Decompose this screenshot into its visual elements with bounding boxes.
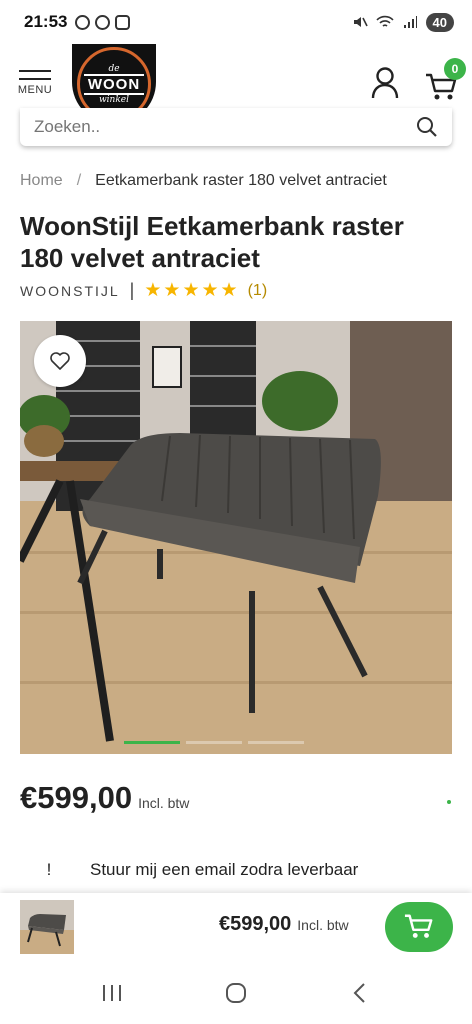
- search-icon[interactable]: [416, 116, 438, 138]
- signal-icon: [403, 16, 417, 28]
- product-image[interactable]: [20, 321, 452, 754]
- star-icon: ★: [144, 280, 162, 301]
- instagram-icon: [115, 14, 131, 30]
- stock-indicator-dot: [447, 800, 451, 804]
- slider-dot[interactable]: [186, 741, 242, 744]
- slider-dot[interactable]: [248, 741, 304, 744]
- logo-bottom-text: winkel: [98, 94, 130, 105]
- slider-dots: [124, 741, 324, 745]
- menu-button[interactable]: MENU: [18, 70, 52, 96]
- breadcrumb-current: Eetkamerbank raster 180 velvet antraciet: [95, 172, 387, 189]
- logo-top-text: de: [108, 63, 120, 74]
- brand-rating-row: WOONSTIJL | ★ ★ ★ ★ ★ (1): [20, 279, 267, 302]
- breadcrumb-separator: /: [76, 172, 82, 189]
- cart-count-badge: 0: [444, 58, 466, 80]
- search-input[interactable]: [34, 117, 416, 137]
- recents-button[interactable]: [92, 973, 132, 1013]
- whatsapp-icon: [75, 14, 91, 30]
- system-nav-bar: [0, 961, 472, 1024]
- menu-label: MENU: [17, 84, 53, 96]
- sticky-price: €599,00 Incl. btw: [219, 913, 349, 936]
- breadcrumb: Home / Eetkamerbank raster 180 velvet an…: [20, 172, 387, 190]
- sticky-add-to-cart-bar: €599,00 Incl. btw: [0, 893, 472, 961]
- home-icon: [226, 982, 246, 1003]
- mute-icon: [353, 17, 368, 27]
- recents-icon: [103, 984, 121, 1001]
- star-icon: ★: [220, 280, 238, 301]
- logo-main-text: WOON: [83, 73, 145, 95]
- alert-icon: !: [46, 860, 52, 879]
- sticky-price-value: €599,00: [219, 913, 292, 935]
- slider-dot-active[interactable]: [124, 741, 180, 744]
- wishlist-button[interactable]: [34, 335, 86, 387]
- brand-separator: |: [129, 280, 135, 300]
- back-icon: [353, 982, 365, 1003]
- star-icon: ★: [163, 280, 181, 301]
- hamburger-icon-line: [19, 78, 51, 80]
- heart-icon: [50, 352, 70, 370]
- star-icon: ★: [182, 280, 200, 301]
- wifi-icon: [375, 15, 394, 27]
- product-title: WoonStijl Eetkamerbank raster 180 velvet…: [20, 211, 404, 273]
- search-bar: [20, 108, 452, 146]
- battery-indicator: 40: [425, 12, 454, 32]
- notify-me-link[interactable]: ! Stuur mij een email zodra leverbaar: [44, 860, 359, 880]
- status-bar: 21:53 40: [0, 0, 472, 44]
- account-icon[interactable]: [370, 66, 400, 100]
- add-to-cart-icon: [404, 914, 433, 938]
- status-time: 21:53: [24, 12, 68, 31]
- sticky-vat-label: Incl. btw: [297, 917, 349, 933]
- product-photo: [20, 321, 452, 754]
- back-button[interactable]: [340, 973, 380, 1013]
- notify-label: Stuur mij een email zodra leverbaar: [90, 860, 359, 879]
- edge-icon: [95, 14, 111, 30]
- home-button[interactable]: [216, 973, 256, 1013]
- product-thumbnail: [20, 900, 74, 954]
- vat-label: Incl. btw: [138, 795, 190, 811]
- add-to-cart-button[interactable]: [385, 902, 453, 952]
- star-icon: ★: [201, 280, 219, 301]
- cart-button[interactable]: 0: [420, 58, 468, 108]
- product-price: €599,00: [20, 780, 133, 815]
- rating-stars[interactable]: ★ ★ ★ ★ ★: [144, 279, 237, 302]
- price-row: €599,00 Incl. btw: [20, 780, 189, 816]
- review-count[interactable]: (1): [248, 282, 268, 300]
- breadcrumb-home[interactable]: Home: [20, 172, 63, 190]
- hamburger-icon: [19, 70, 51, 72]
- brand-name[interactable]: WOONSTIJL: [20, 283, 120, 299]
